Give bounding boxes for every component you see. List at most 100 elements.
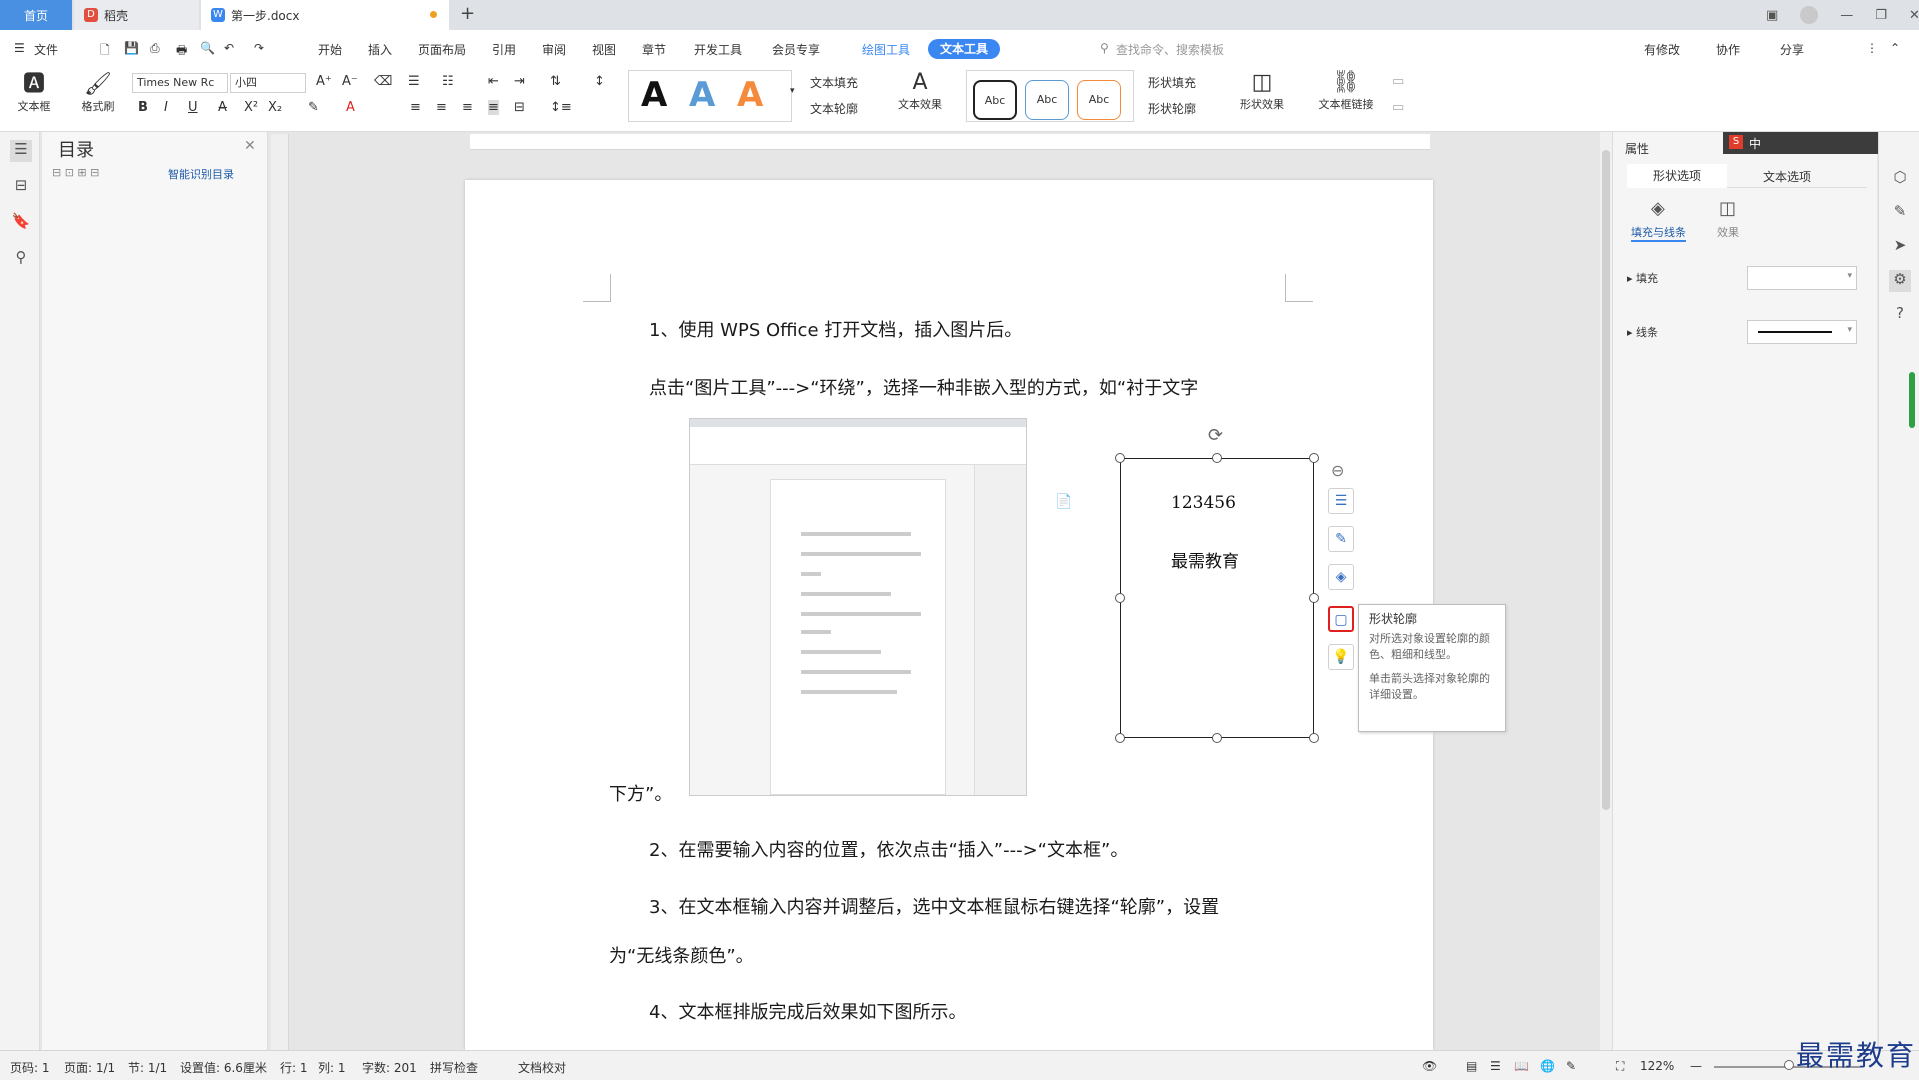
line-spacing-icon[interactable]: ↕≡ (550, 100, 572, 115)
smart-toc-button[interactable]: 智能识别目录 (168, 166, 234, 182)
style-black[interactable]: A (641, 75, 667, 115)
subscript-icon[interactable]: X₂ (268, 100, 282, 115)
textbox-button[interactable]: 🅰 文本框 (10, 72, 58, 114)
properties-title[interactable]: 属性 (1625, 140, 1649, 157)
toc-expand-icon[interactable]: ⊟ ⊡ ⊞ ⊟ (52, 166, 99, 179)
menu-view[interactable]: 视图 (592, 41, 616, 58)
effects-icon[interactable]: ◫ (1719, 198, 1736, 219)
zoom-slider-thumb[interactable] (1784, 1060, 1794, 1070)
text-outline-button[interactable]: 文本轮廓 (810, 100, 858, 117)
side-handle[interactable] (1909, 372, 1915, 428)
resize-handle-tr[interactable] (1309, 453, 1319, 463)
find-icon[interactable]: ⚲ (10, 248, 32, 270)
save-icon[interactable]: 💾 (124, 41, 139, 55)
indent-icon[interactable]: ⇥ (514, 74, 525, 89)
vertical-scrollbar[interactable] (1600, 132, 1612, 1050)
fill-float-icon[interactable]: ◈ (1328, 564, 1354, 590)
textbox-line-2[interactable]: 最需教育 (1171, 547, 1239, 572)
close-icon[interactable]: ✕ (1909, 8, 1919, 23)
resize-handle-b[interactable] (1212, 733, 1222, 743)
format-painter-button[interactable]: 🖌 格式刷 (74, 72, 122, 114)
underline-button[interactable]: U (188, 100, 198, 115)
shape-icon[interactable]: ⬡ (1889, 168, 1911, 190)
resize-handle-t[interactable] (1212, 453, 1222, 463)
bookmark-icon[interactable]: 🔖 (10, 212, 32, 234)
help-icon[interactable]: ? (1889, 304, 1911, 326)
menu-developer[interactable]: 开发工具 (694, 41, 742, 58)
numbered-list-icon[interactable]: ☷ (442, 74, 454, 89)
shape-effect-button[interactable]: ◫ 形状效果 (1232, 70, 1292, 112)
command-search-input[interactable]: 查找命令、搜索模板 (1116, 41, 1224, 58)
restore-icon[interactable]: ❐ (1875, 8, 1887, 23)
tab-text-options[interactable]: 文本选项 (1737, 168, 1837, 185)
selected-textbox[interactable]: 123456 最需教育 (1120, 458, 1314, 738)
inserted-screenshot-image[interactable] (689, 418, 1027, 796)
fill-select[interactable]: ▾ (1747, 266, 1857, 290)
pen-float-icon[interactable]: ✎ (1328, 526, 1354, 552)
collapse-ribbon-icon[interactable]: ⌃ (1890, 41, 1900, 55)
textbox-line-1[interactable]: 123456 (1171, 493, 1236, 513)
align-center-icon[interactable]: ≡ (436, 100, 447, 115)
font-size-select[interactable]: 小四 (230, 73, 306, 93)
resize-handle-l[interactable] (1115, 593, 1125, 603)
rotate-handle-icon[interactable]: ⟳ (1208, 425, 1223, 446)
text-effect-button[interactable]: A 文本效果 (890, 70, 950, 112)
bold-button[interactable]: B (138, 100, 148, 115)
text-direction-icon[interactable]: ⇅ (550, 74, 561, 89)
tab-document[interactable]: W 第一步.docx (201, 0, 449, 30)
style-blue[interactable]: A (689, 75, 715, 115)
tips-bulb-icon[interactable]: 💡 (1328, 644, 1354, 670)
edit-icon[interactable]: ✎ (1889, 202, 1911, 224)
comment2-icon[interactable]: ▭ (1392, 100, 1404, 115)
menu-member[interactable]: 会员专享 (772, 41, 820, 58)
paragraph-3[interactable]: 2、在需要输入内容的位置，依次点击“插入”--->“文本框”。 (649, 836, 1128, 862)
ime-lang[interactable]: 中 (1749, 135, 1761, 152)
textbox-link-button[interactable]: ⛓ 文本框链接 (1310, 70, 1382, 112)
justify-icon[interactable]: ≡ (488, 100, 499, 115)
menu-text-tools[interactable]: 文本工具 (928, 39, 1001, 59)
menu-drawing-tools[interactable]: 绘图工具 (862, 41, 910, 58)
print-icon[interactable]: 🖶 (176, 41, 187, 62)
highlight-icon[interactable]: ✎ (308, 100, 319, 115)
shape-style-3[interactable]: Abc (1077, 80, 1121, 120)
resize-handle-tl[interactable] (1115, 453, 1125, 463)
bullet-list-icon[interactable]: ☰ (408, 74, 420, 89)
search-icon[interactable]: ⚲ (1100, 41, 1109, 55)
changes-button[interactable]: 有修改 (1644, 41, 1680, 58)
fill-section[interactable]: ▸ 填充 (1627, 270, 1658, 286)
menu-start[interactable]: 开始 (318, 41, 342, 58)
paragraph-2-end[interactable]: 下方”。 (609, 780, 672, 806)
fit-icon[interactable]: ⛶ (1616, 1059, 1624, 1074)
paragraph-4-end[interactable]: 为“无线条颜色”。 (609, 942, 754, 968)
close-toc-icon[interactable]: ✕ (244, 138, 256, 154)
undo-icon[interactable]: ↶ (224, 41, 234, 55)
menu-reference[interactable]: 引用 (492, 41, 516, 58)
hamburger-icon[interactable]: ☰ (14, 41, 25, 55)
text-fill-button[interactable]: 文本填充 (810, 74, 858, 91)
toc-icon[interactable]: ☰ (10, 140, 32, 162)
ime-logo-icon[interactable]: S (1729, 135, 1743, 149)
strikethrough-icon[interactable]: A̶ (218, 100, 227, 115)
export-icon[interactable]: ⎙ (150, 41, 160, 56)
eye-icon[interactable]: 👁 (1422, 1059, 1437, 1073)
shape-outline-button[interactable]: 形状轮廓 (1148, 100, 1196, 117)
avatar[interactable] (1800, 6, 1819, 24)
share-button[interactable]: 分享 (1780, 41, 1804, 58)
layout-float-icon[interactable]: ☰ (1328, 488, 1354, 514)
layout-icon[interactable]: ▣ (1766, 8, 1778, 23)
new-doc-icon[interactable]: 🗋 (100, 41, 110, 62)
tab-fill-line[interactable]: 填充与线条 (1631, 224, 1686, 242)
tab-shape-options[interactable]: 形状选项 (1627, 164, 1727, 188)
shape-outline-float-icon[interactable]: ▢ (1328, 606, 1354, 632)
tab-effects[interactable]: 效果 (1717, 224, 1739, 240)
read-view-icon[interactable]: 📖 (1514, 1059, 1529, 1073)
resize-handle-bl[interactable] (1115, 733, 1125, 743)
pen-view-icon[interactable]: ✎ (1566, 1059, 1576, 1073)
paragraph-1[interactable]: 1、使用 WPS Office 打开文档，插入图片后。 (649, 316, 1022, 342)
paragraph-5[interactable]: 4、文本框排版完成后效果如下图所示。 (649, 998, 966, 1024)
menu-chapter[interactable]: 章节 (642, 41, 666, 58)
preview-icon[interactable]: 🔍 (200, 41, 215, 55)
tab-home[interactable]: 首页 (0, 0, 72, 30)
page-view-icon[interactable]: ▤ (1466, 1059, 1477, 1073)
collapse-float-icon[interactable]: ⊖ (1331, 461, 1344, 480)
